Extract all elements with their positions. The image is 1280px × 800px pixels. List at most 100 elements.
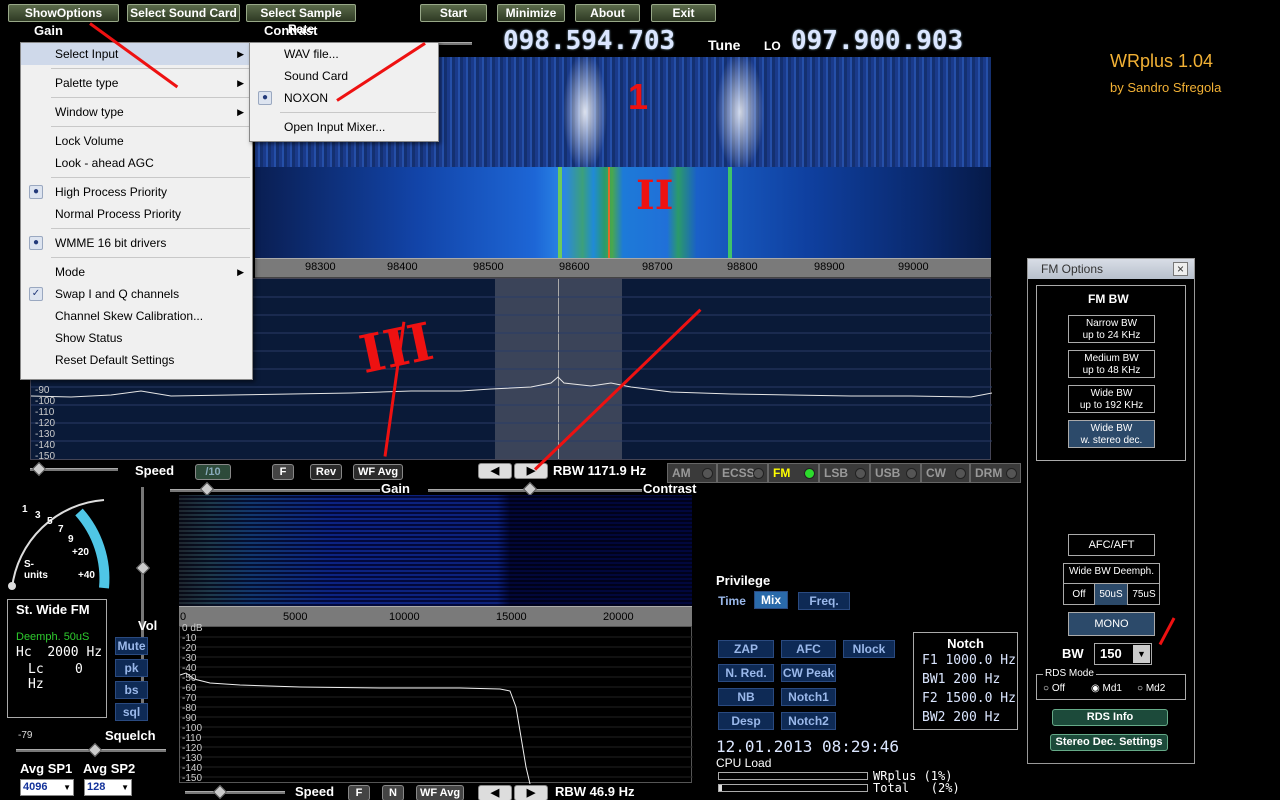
squelch-slider-thumb[interactable] xyxy=(87,742,103,758)
speed-divisor-button[interactable]: /10 xyxy=(195,464,231,480)
sql-button[interactable]: sql xyxy=(115,703,148,721)
audio-scroll-right-button[interactable]: ▶ xyxy=(514,785,548,800)
deemph-off-option[interactable]: Off xyxy=(1064,583,1094,605)
avg-sp2-select[interactable]: 128 ▼ xyxy=(84,779,132,796)
noise-reduction-button[interactable]: N. Red. xyxy=(718,664,774,682)
squelch-value: -79 xyxy=(18,730,33,741)
rds-info-button[interactable]: RDS Info xyxy=(1052,709,1168,726)
deemph-75us-option[interactable]: 75uS xyxy=(1128,583,1160,605)
pk-button[interactable]: pk xyxy=(115,659,148,677)
mute-button[interactable]: Mute xyxy=(115,637,148,655)
lo-frequency-display[interactable]: 097.900.903 xyxy=(791,26,963,56)
bs-button[interactable]: bs xyxy=(115,681,148,699)
narrow-bw-button[interactable]: Narrow BW up to 24 KHz xyxy=(1068,315,1155,343)
notch2-button[interactable]: Notch2 xyxy=(781,712,836,730)
audio-gain-slider-thumb[interactable] xyxy=(199,481,215,497)
mono-button[interactable]: MONO xyxy=(1068,612,1155,636)
tune-frequency-display[interactable]: 098.594.703 xyxy=(503,26,675,56)
bw-select[interactable]: 150 ▼ xyxy=(1094,643,1152,665)
mode-drm-button[interactable]: DRM xyxy=(970,463,1021,483)
mode-ecss-button[interactable]: ECSS xyxy=(717,463,768,483)
menu-item-reset-defaults[interactable]: Reset Default Settings xyxy=(21,349,252,371)
desp-button[interactable]: Desp xyxy=(718,712,774,730)
audio-contrast-slider-thumb[interactable] xyxy=(522,481,538,497)
submenu-item-input-mixer[interactable]: Open Input Mixer... xyxy=(250,116,438,138)
freq-tick: 98400 xyxy=(387,261,418,273)
menu-item-high-priority[interactable]: ● High Process Priority xyxy=(21,181,252,203)
volume-slider-thumb[interactable] xyxy=(135,560,151,576)
scroll-left-button[interactable]: ◀ xyxy=(478,463,512,479)
mode-lsb-button[interactable]: LSB xyxy=(819,463,870,483)
afc-button[interactable]: AFC xyxy=(781,640,836,658)
wf-avg-button[interactable]: WF Avg xyxy=(353,464,403,480)
menu-item-normal-priority[interactable]: Normal Process Priority xyxy=(21,203,252,225)
start-button[interactable]: Start xyxy=(420,4,487,22)
audio-speed-slider-thumb[interactable] xyxy=(212,784,228,800)
rds-md1-radio[interactable]: ◉ Md1 xyxy=(1091,683,1122,694)
menu-item-swap-iq[interactable]: ✓ Swap I and Q channels xyxy=(21,283,252,305)
menu-separator xyxy=(51,228,250,229)
demod-info-panel: St. Wide FM Deemph. 50uS Hc 2000 Hz Lc 0… xyxy=(7,599,107,718)
f-button[interactable]: F xyxy=(272,464,294,480)
mode-usb-button[interactable]: USB xyxy=(870,463,921,483)
audio-n-button[interactable]: N xyxy=(382,785,404,800)
audio-spectrum-plot[interactable]: 0 dB -10 -20 -30 -40 -50 -60 -70 -80 -90… xyxy=(179,624,693,784)
cpu-load-bar-total xyxy=(718,784,868,792)
menu-item-mode[interactable]: Mode ▶ xyxy=(21,261,252,283)
wide-bw-stereo-button[interactable]: Wide BW w. stereo dec. xyxy=(1068,420,1155,448)
cpu-total-fill xyxy=(719,785,722,791)
menu-item-show-status[interactable]: Show Status xyxy=(21,327,252,349)
audio-speed-slider[interactable] xyxy=(185,791,285,794)
select-sound-card-button[interactable]: Select Sound Card xyxy=(127,4,240,22)
rev-button[interactable]: Rev xyxy=(310,464,342,480)
led-icon xyxy=(804,468,815,479)
menu-item-lookahead-agc[interactable]: Look - ahead AGC xyxy=(21,152,252,174)
notch1-button[interactable]: Notch1 xyxy=(781,688,836,706)
avg-sp1-select[interactable]: 4096 ▼ xyxy=(20,779,74,796)
submenu-item-noxon[interactable]: ● NOXON xyxy=(250,87,438,109)
privilege-mix-button[interactable]: Mix xyxy=(754,591,788,609)
mode-fm-button[interactable]: FM xyxy=(768,463,819,483)
fm-bw-title: FM BW xyxy=(1088,292,1129,306)
show-options-button[interactable]: ShowOptions xyxy=(8,4,119,22)
scroll-right-button[interactable]: ▶ xyxy=(514,463,548,479)
select-sample-rate-button[interactable]: Select Sample Rate xyxy=(246,4,356,36)
audio-scroll-left-button[interactable]: ◀ xyxy=(478,785,512,800)
menu-item-palette-type[interactable]: Palette type ▶ xyxy=(21,72,252,94)
audio-gain-label: Gain xyxy=(381,481,410,496)
nlock-button[interactable]: Nlock xyxy=(843,640,895,658)
exit-button[interactable]: Exit xyxy=(651,4,716,22)
audio-f-button[interactable]: F xyxy=(348,785,370,800)
rds-md2-radio[interactable]: ○ Md2 xyxy=(1137,683,1165,694)
close-icon[interactable]: × xyxy=(1173,262,1188,276)
speed-slider-thumb[interactable] xyxy=(31,461,47,477)
about-button[interactable]: About xyxy=(575,4,640,22)
menu-item-window-type[interactable]: Window type ▶ xyxy=(21,101,252,123)
nb-button[interactable]: NB xyxy=(718,688,774,706)
avg-sp2-label: Avg SP2 xyxy=(83,761,136,776)
minimize-button[interactable]: Minimize xyxy=(497,4,565,22)
zap-button[interactable]: ZAP xyxy=(718,640,774,658)
menu-item-wmme-drivers[interactable]: ● WMME 16 bit drivers xyxy=(21,232,252,254)
afc-aft-button[interactable]: AFC/AFT xyxy=(1068,534,1155,556)
mode-label: ECSS xyxy=(722,466,755,480)
privilege-freq-button[interactable]: Freq. xyxy=(798,592,850,610)
contrast-label: Contrast xyxy=(264,23,318,38)
audio-waterfall[interactable] xyxy=(179,495,692,606)
audio-wf-avg-button[interactable]: WF Avg xyxy=(416,785,464,800)
medium-bw-button[interactable]: Medium BW up to 48 KHz xyxy=(1068,350,1155,378)
wide-bw-button[interactable]: Wide BW up to 192 KHz xyxy=(1068,385,1155,413)
mode-cw-button[interactable]: CW xyxy=(921,463,970,483)
fm-options-titlebar[interactable]: FM Options × xyxy=(1028,259,1194,279)
privilege-time-button[interactable]: Time xyxy=(715,592,749,610)
deemph-50us-option[interactable]: 50uS xyxy=(1094,583,1128,605)
menu-item-lock-volume[interactable]: Lock Volume xyxy=(21,130,252,152)
cw-peak-button[interactable]: CW Peak xyxy=(781,664,836,682)
lo-label: LO xyxy=(764,39,781,53)
menu-item-channel-skew[interactable]: Channel Skew Calibration... xyxy=(21,305,252,327)
menu-item-select-input[interactable]: Select Input ▶ xyxy=(21,43,252,65)
mode-am-button[interactable]: AM xyxy=(667,463,717,483)
submenu-item-sound-card[interactable]: Sound Card xyxy=(250,65,438,87)
rds-off-radio[interactable]: ○ Off xyxy=(1043,683,1065,694)
stereo-dec-settings-button[interactable]: Stereo Dec. Settings xyxy=(1050,734,1168,751)
